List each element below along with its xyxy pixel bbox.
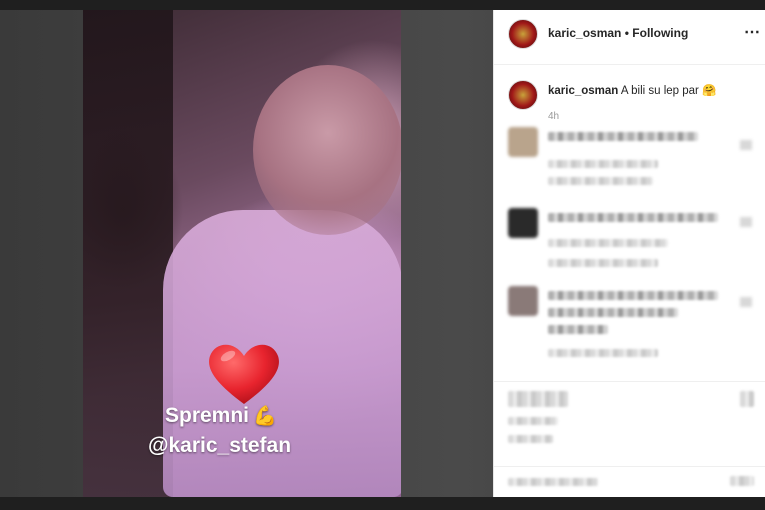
- username-link[interactable]: karic_osman: [548, 26, 621, 40]
- blurred-comment-input[interactable]: [508, 478, 598, 486]
- blurred-comment-text: [548, 291, 718, 300]
- blurred-comment-meta: [548, 259, 658, 267]
- blurred-post-button[interactable]: [730, 476, 754, 486]
- blurred-comment-meta: [548, 160, 658, 168]
- hugging-face-emoji: 🤗: [702, 85, 717, 97]
- story-mention-tag[interactable]: @karic_stefan: [148, 434, 291, 458]
- blurred-comment-avatar: [508, 208, 538, 238]
- blurred-comment-text: [548, 213, 718, 222]
- blurred-comment-text: [548, 308, 678, 317]
- actions-divider: [494, 381, 765, 382]
- story-figure-left: [83, 10, 173, 497]
- post-timestamp: 4h: [548, 111, 560, 122]
- caption-username-link[interactable]: karic_osman: [548, 85, 618, 97]
- blurred-comment-meta: [548, 349, 658, 357]
- post-header-user: karic_osman • Following: [548, 26, 688, 40]
- more-options-icon[interactable]: ⋯: [744, 22, 761, 42]
- blurred-action-icons: [508, 391, 568, 407]
- flexed-biceps-emoji: 💪: [253, 406, 277, 427]
- blurred-comment-avatar: [508, 286, 538, 316]
- blurred-comment-text: [548, 325, 608, 334]
- blurred-comment-avatar: [508, 127, 538, 157]
- post-caption: karic_osman A bili su lep par 🤗: [548, 83, 716, 97]
- following-button[interactable]: Following: [632, 26, 688, 40]
- story-caption: Spremni 💪: [165, 404, 277, 428]
- story-caption-text: Spremni: [165, 404, 250, 427]
- blurred-like-icon: [740, 140, 752, 150]
- story-figure-face: [253, 65, 401, 235]
- comment-box-divider: [494, 466, 765, 467]
- post-header: karic_osman • Following ⋯: [494, 10, 765, 65]
- blurred-comment-meta: [548, 239, 668, 247]
- caption-text: A bili su lep par: [620, 85, 699, 97]
- blurred-comment-meta: [548, 177, 653, 185]
- top-edge: [0, 0, 765, 10]
- blurred-bookmark-icon: [740, 391, 754, 407]
- bottom-edge: [0, 497, 765, 510]
- heart-sticker-icon: [209, 344, 279, 404]
- post-side-panel: karic_osman • Following ⋯ karic_osman A …: [493, 10, 765, 497]
- blurred-like-icon: [740, 217, 752, 227]
- blurred-comment-text: [548, 132, 698, 141]
- avatar[interactable]: [508, 19, 538, 49]
- caption-avatar[interactable]: [508, 80, 538, 110]
- blurred-views-count: [508, 417, 558, 425]
- blurred-post-date: [508, 435, 553, 443]
- blurred-like-icon: [740, 297, 752, 307]
